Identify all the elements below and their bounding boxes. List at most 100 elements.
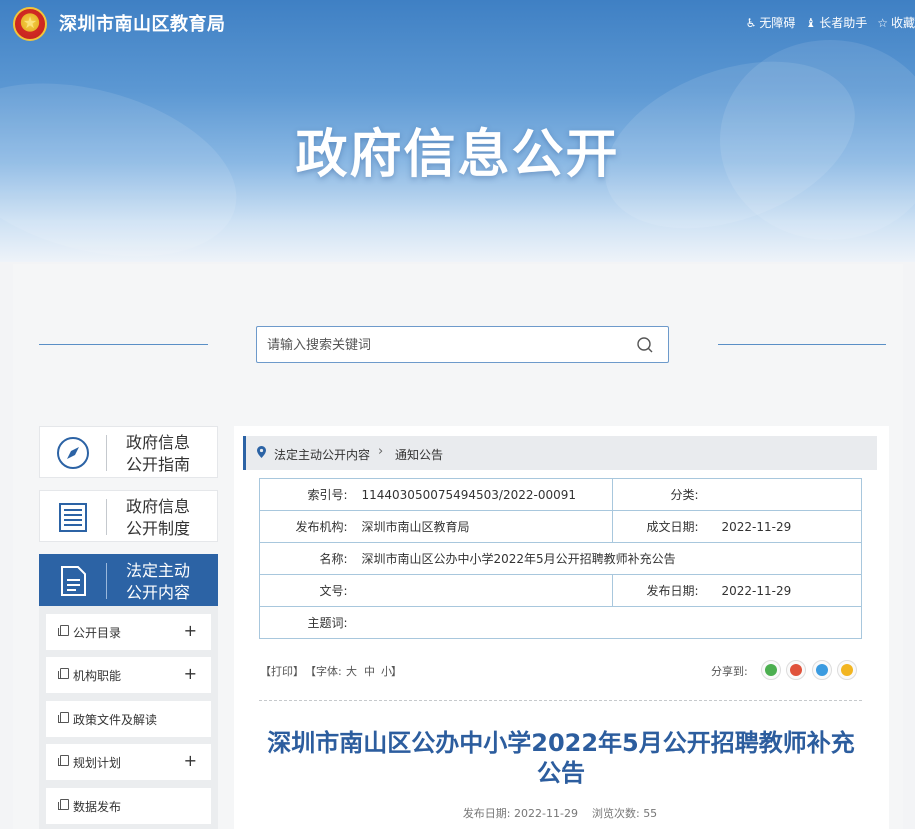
font-size-suffix: 】 (391, 665, 402, 678)
document-copy-icon (58, 712, 69, 723)
breadcrumb-item-notice[interactable]: 通知公告 (395, 446, 443, 463)
sidebar-item-label: 机构职能 (73, 669, 122, 683)
compass-icon (57, 437, 89, 469)
breadcrumb-separator-icon: › (378, 444, 384, 459)
sidebar-item-policies[interactable]: 政策文件及解读 (46, 701, 211, 737)
accessibility-label: 无障碍 (759, 16, 796, 30)
table-row: 索引号: 114403050075494503/2022-00091 分类: (259, 478, 862, 511)
sidebar-card-label: 政府信息 公开制度 (126, 496, 216, 540)
font-large-button[interactable]: 大 (346, 663, 357, 679)
sidebar-item-label: 规划计划 (73, 756, 122, 770)
elderly-helper-label: 长者助手 (819, 16, 868, 30)
article-title: 深圳市南山区公办中小学2022年5月公开招聘教师补充公告 (267, 729, 855, 787)
elderly-helper-icon: ♝ (805, 15, 817, 30)
meta-value (351, 574, 613, 607)
qzone-share-button[interactable] (837, 660, 857, 680)
site-name[interactable]: 深圳市南山区教育局 (59, 10, 226, 36)
qq-icon (816, 664, 828, 676)
bookmark-button[interactable]: ☆ 收藏 (877, 14, 915, 31)
meta-label: 发布日期: (612, 574, 712, 607)
elderly-helper-button[interactable]: ♝ 长者助手 (805, 14, 867, 31)
search-divider-left (39, 344, 208, 345)
sidebar-item-label: 政策文件及解读 (73, 713, 158, 727)
sidebar-card-line2: 公开内容 (126, 583, 191, 602)
document-copy-icon (58, 668, 69, 679)
document-copy-icon (58, 799, 69, 810)
weibo-icon (790, 664, 802, 676)
table-row: 文号: 发布日期: 2022-11-29 (259, 574, 862, 607)
header-banner: 深圳市南山区教育局 ♿ 无障碍 ♝ 长者助手 ☆ 收藏 政府信息公开 (0, 0, 915, 262)
bookmark-label: 收藏 (890, 16, 915, 30)
sidebar-card-guide[interactable]: 政府信息 公开指南 (39, 426, 218, 478)
meta-label: 索引号: (259, 478, 352, 511)
sidebar-card-line1: 政府信息 (126, 497, 191, 516)
views-count: 55 (643, 807, 658, 820)
sidebar-card-separator (106, 435, 107, 471)
meta-value: 2022-11-29 (711, 510, 862, 543)
location-pin-icon (257, 446, 266, 458)
banner-title: 政府信息公开 (295, 125, 620, 185)
article-toolbar: 【打印】 【字体: 大 中 小 】 分享到: (260, 660, 860, 680)
sidebar-sub-list: 公开目录 + 机构职能 + 政策文件及解读 规划计划 + 数据发布 (39, 606, 218, 829)
table-row: 主题词: (259, 606, 862, 639)
meta-label: 成文日期: (612, 510, 712, 543)
qzone-icon (841, 664, 853, 676)
search-input[interactable] (267, 335, 617, 355)
sidebar-card-active-content[interactable]: 法定主动 公开内容 (39, 554, 218, 606)
meta-label: 主题词: (259, 606, 352, 639)
accessibility-button[interactable]: ♿ 无障碍 (746, 14, 796, 31)
wechat-share-button[interactable] (761, 660, 781, 680)
sidebar-card-system[interactable]: 政府信息 公开制度 (39, 490, 218, 542)
meta-label: 发布机构: (259, 510, 352, 543)
sidebar-item-label: 数据发布 (73, 800, 122, 814)
search-box (256, 326, 669, 363)
sidebar-card-line1: 法定主动 (126, 561, 191, 580)
expand-icon[interactable]: + (184, 664, 197, 683)
sidebar-card-label: 法定主动 公开内容 (126, 560, 216, 604)
meta-value: 2022-11-29 (711, 574, 862, 607)
document-meta-table: 索引号: 114403050075494503/2022-00091 分类: 发… (259, 478, 862, 639)
meta-value: 深圳市南山区公办中小学2022年5月公开招聘教师补充公告 (351, 542, 862, 575)
search-divider-right (718, 344, 886, 345)
views-label: 浏览次数: (591, 807, 640, 820)
document-icon (61, 566, 86, 596)
sidebar-item-data[interactable]: 数据发布 (46, 788, 211, 824)
expand-icon[interactable]: + (184, 751, 197, 770)
expand-icon[interactable]: + (184, 621, 197, 640)
accessibility-icon: ♿ (745, 15, 757, 30)
wechat-icon (765, 664, 777, 676)
article-publish-meta: 发布日期: 2022-11-29 浏览次数: 55 (260, 805, 860, 821)
share-label: 分享到: (711, 665, 748, 678)
weibo-share-button[interactable] (786, 660, 806, 680)
list-document-icon (59, 503, 87, 532)
sidebar-card-line2: 公开制度 (126, 519, 191, 538)
document-copy-icon (58, 755, 69, 766)
sidebar-card-line2: 公开指南 (126, 455, 191, 474)
sidebar-card-label: 政府信息 公开指南 (126, 432, 216, 476)
print-button[interactable]: 【打印】 (260, 663, 304, 679)
font-size-prefix: 【字体: (305, 665, 342, 678)
sidebar-item-label: 公开目录 (73, 626, 122, 640)
sidebar-card-separator (106, 499, 107, 535)
star-icon: ☆ (877, 15, 888, 30)
sidebar-item-functions[interactable]: 机构职能 + (46, 657, 211, 693)
meta-label: 名称: (259, 542, 352, 575)
meta-value: 深圳市南山区教育局 (351, 510, 613, 543)
meta-label: 分类: (612, 478, 712, 511)
sidebar-card-separator (106, 563, 107, 599)
sidebar-item-plans[interactable]: 规划计划 + (46, 744, 211, 780)
meta-value (711, 478, 862, 511)
table-row: 名称: 深圳市南山区公办中小学2022年5月公开招聘教师补充公告 (259, 542, 862, 575)
divider (259, 700, 862, 701)
search-icon[interactable] (636, 336, 654, 354)
national-emblem-logo (13, 7, 47, 41)
qq-share-button[interactable] (812, 660, 832, 680)
sidebar-item-catalog[interactable]: 公开目录 + (46, 614, 211, 650)
header-tools: ♿ 无障碍 ♝ 长者助手 ☆ 收藏 (746, 14, 915, 31)
document-copy-icon (58, 625, 69, 636)
meta-label: 文号: (259, 574, 352, 607)
breadcrumb: 法定主动公开内容 › 通知公告 (243, 436, 877, 470)
font-medium-button[interactable]: 中 (364, 663, 375, 679)
sidebar-card-line1: 政府信息 (126, 433, 191, 452)
breadcrumb-item-content[interactable]: 法定主动公开内容 (274, 446, 370, 463)
